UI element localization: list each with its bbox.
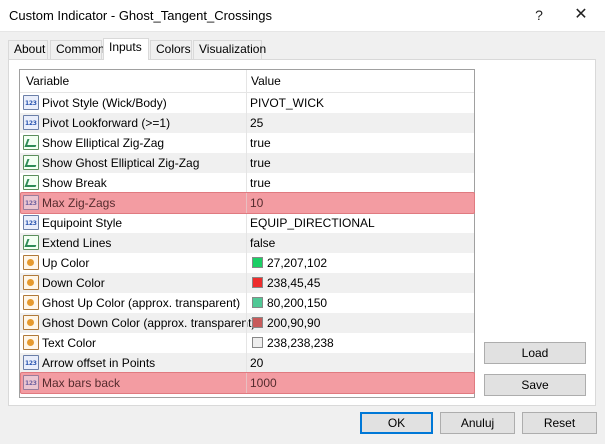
color-icon bbox=[23, 335, 39, 350]
variable-value[interactable]: 238,45,45 bbox=[267, 276, 320, 290]
title-bar: Custom Indicator - Ghost_Tangent_Crossin… bbox=[0, 0, 605, 32]
variable-value[interactable]: true bbox=[250, 136, 271, 150]
highlight-max-bars-back bbox=[20, 372, 475, 394]
color-swatch[interactable] bbox=[252, 277, 263, 288]
color-swatch[interactable] bbox=[252, 337, 263, 348]
variable-value[interactable]: 27,207,102 bbox=[267, 256, 327, 270]
cancel-button[interactable]: Anuluj bbox=[440, 412, 515, 434]
tab-visualization[interactable]: Visualization bbox=[193, 40, 266, 59]
variable-name: Ghost Down Color (approx. transparent) bbox=[42, 316, 256, 330]
boolean-icon bbox=[23, 155, 39, 170]
color-swatch[interactable] bbox=[252, 317, 263, 328]
variable-name: Up Color bbox=[42, 256, 90, 270]
color-icon bbox=[23, 295, 39, 310]
tab-inputs[interactable]: Inputs bbox=[103, 38, 149, 60]
input-row-show-break[interactable]: Show Break true bbox=[20, 173, 474, 193]
window-title: Custom Indicator - Ghost_Tangent_Crossin… bbox=[9, 8, 273, 23]
variable-value[interactable]: PIVOT_WICK bbox=[250, 96, 324, 110]
tab-common[interactable]: Common bbox=[50, 40, 105, 59]
input-row-ghost-down-color[interactable]: Ghost Down Color (approx. transparent) 2… bbox=[20, 313, 474, 333]
variable-name: Arrow offset in Points bbox=[42, 356, 156, 370]
number-icon bbox=[23, 215, 39, 230]
variable-value[interactable]: 20 bbox=[250, 356, 263, 370]
variable-name: Show Ghost Elliptical Zig-Zag bbox=[42, 156, 200, 170]
tab-about[interactable]: About bbox=[8, 40, 48, 59]
boolean-icon bbox=[23, 175, 39, 190]
value-column-header[interactable]: Value bbox=[251, 74, 281, 88]
input-row-up-color[interactable]: Up Color 27,207,102 bbox=[20, 253, 474, 273]
variable-value[interactable]: 200,90,90 bbox=[267, 316, 320, 330]
variable-column-header[interactable]: Variable bbox=[26, 74, 69, 88]
variable-value[interactable]: 25 bbox=[250, 116, 263, 130]
variable-value[interactable]: true bbox=[250, 156, 271, 170]
boolean-icon bbox=[23, 235, 39, 250]
variable-name: Down Color bbox=[42, 276, 105, 290]
variable-name: Equipoint Style bbox=[42, 216, 123, 230]
variable-name: Text Color bbox=[42, 336, 97, 350]
number-icon bbox=[23, 355, 39, 370]
variable-value[interactable]: false bbox=[250, 236, 275, 250]
variable-name: Pivot Style (Wick/Body) bbox=[42, 96, 167, 110]
input-row-ghost-up-color[interactable]: Ghost Up Color (approx. transparent) 80,… bbox=[20, 293, 474, 313]
load-button[interactable]: Load bbox=[484, 342, 586, 364]
variable-value[interactable]: true bbox=[250, 176, 271, 190]
save-button[interactable]: Save bbox=[484, 374, 586, 396]
input-row-show-ghost-elliptical[interactable]: Show Ghost Elliptical Zig-Zag true bbox=[20, 153, 474, 173]
highlight-max-zig-zags bbox=[20, 192, 475, 214]
number-icon bbox=[23, 95, 39, 110]
color-icon bbox=[23, 275, 39, 290]
variable-value[interactable]: 80,200,150 bbox=[267, 296, 327, 310]
input-row-text-color[interactable]: Text Color 238,238,238 bbox=[20, 333, 474, 353]
color-swatch[interactable] bbox=[252, 297, 263, 308]
input-row-equipoint-style[interactable]: Equipoint Style EQUIP_DIRECTIONAL bbox=[20, 213, 474, 233]
color-icon bbox=[23, 255, 39, 270]
variable-name: Extend Lines bbox=[42, 236, 112, 250]
input-row-pivot-lookforward[interactable]: Pivot Lookforward (>=1) 25 bbox=[20, 113, 474, 133]
tab-colors[interactable]: Colors bbox=[150, 40, 192, 59]
inputs-grid: Variable Value Pivot Style (Wick/Body) P… bbox=[19, 69, 475, 398]
close-button[interactable]: ✕ bbox=[569, 4, 593, 26]
grid-header: Variable Value bbox=[20, 70, 474, 93]
reset-button[interactable]: Reset bbox=[522, 412, 597, 434]
variable-name: Ghost Up Color (approx. transparent) bbox=[42, 296, 241, 310]
color-icon bbox=[23, 315, 39, 330]
variable-name: Show Break bbox=[42, 176, 107, 190]
variable-name: Show Elliptical Zig-Zag bbox=[42, 136, 165, 150]
column-divider[interactable] bbox=[246, 70, 247, 93]
input-row-show-elliptical[interactable]: Show Elliptical Zig-Zag true bbox=[20, 133, 474, 153]
input-row-pivot-style[interactable]: Pivot Style (Wick/Body) PIVOT_WICK bbox=[20, 93, 474, 113]
input-row-extend-lines[interactable]: Extend Lines false bbox=[20, 233, 474, 253]
input-row-down-color[interactable]: Down Color 238,45,45 bbox=[20, 273, 474, 293]
number-icon bbox=[23, 115, 39, 130]
variable-name: Pivot Lookforward (>=1) bbox=[42, 116, 171, 130]
boolean-icon bbox=[23, 135, 39, 150]
help-button[interactable]: ? bbox=[527, 4, 551, 26]
color-swatch[interactable] bbox=[252, 257, 263, 268]
input-row-arrow-offset[interactable]: Arrow offset in Points 20 bbox=[20, 353, 474, 373]
ok-button[interactable]: OK bbox=[360, 412, 433, 434]
variable-value[interactable]: EQUIP_DIRECTIONAL bbox=[250, 216, 375, 230]
variable-value[interactable]: 238,238,238 bbox=[267, 336, 334, 350]
